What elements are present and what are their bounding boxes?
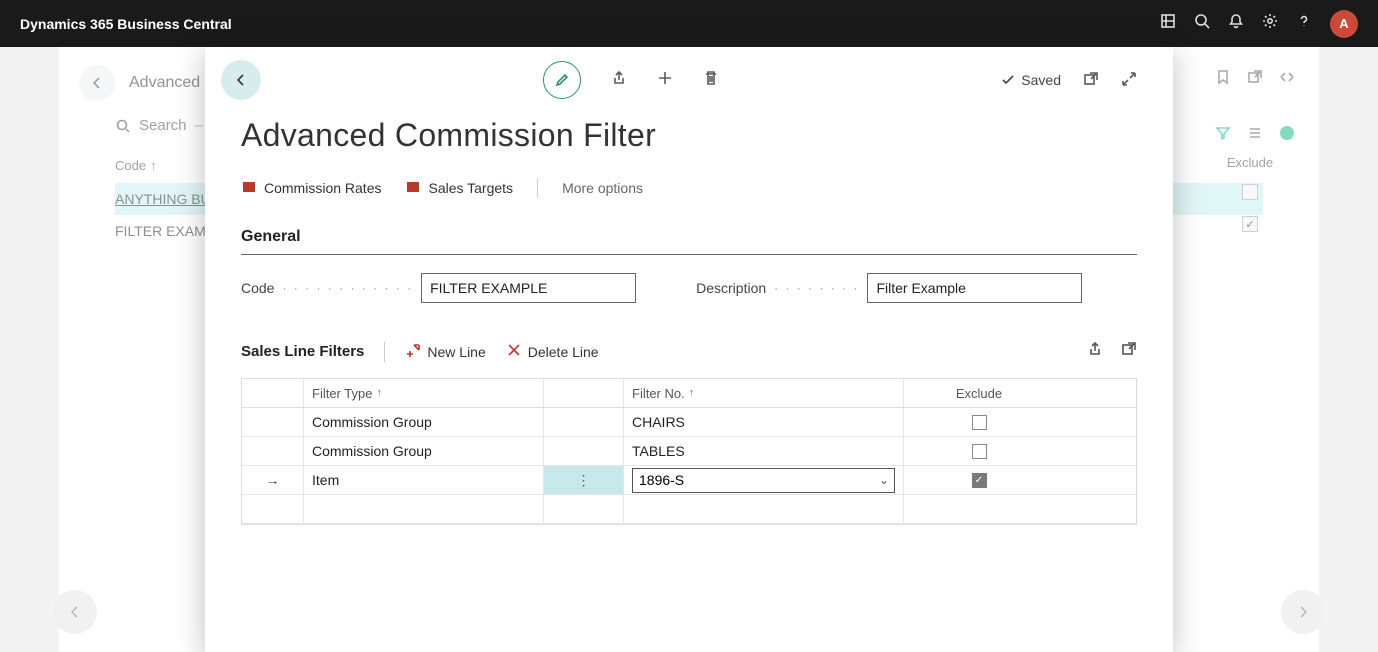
gear-icon[interactable] (1262, 13, 1278, 34)
row-menu-button[interactable]: ⋮ (544, 466, 624, 494)
action-commission-rates[interactable]: Commission Rates (241, 179, 381, 198)
filter-no-input[interactable] (632, 468, 895, 493)
commission-rates-icon (241, 179, 257, 198)
delete-icon[interactable] (703, 70, 719, 91)
chevron-down-icon[interactable]: ⌄ (879, 473, 889, 487)
table-row[interactable]: Commission Group TABLES (242, 437, 1136, 466)
dots: · · · · · · · · (774, 281, 859, 295)
share-icon[interactable] (611, 70, 627, 91)
share-subpart-icon[interactable] (1087, 341, 1103, 362)
modal-back-button[interactable] (221, 60, 261, 100)
column-header-filter-no[interactable]: Filter No.↑ (624, 379, 904, 407)
help-icon[interactable] (1296, 13, 1312, 34)
dots: · · · · · · · · · · · · (282, 281, 413, 295)
bell-icon[interactable] (1228, 13, 1244, 34)
record-card: Saved Advanced Commission Filter Commiss… (205, 47, 1173, 652)
table-row[interactable]: → Item ⋮ ⌄ ✓ (242, 466, 1136, 495)
exclude-checkbox[interactable] (972, 444, 987, 459)
section-sales-line-filters: Sales Line Filters (241, 343, 364, 360)
delete-line-icon (506, 342, 522, 361)
filters-grid: Filter Type↑ Filter No.↑ Exclude Commiss… (241, 378, 1137, 525)
exclude-checkbox[interactable] (972, 415, 987, 430)
save-status: Saved (1000, 72, 1061, 88)
code-label: Code (241, 280, 274, 296)
page-title: Advanced Commission Filter (241, 113, 1137, 168)
search-icon[interactable] (1194, 13, 1210, 34)
sales-targets-icon (405, 179, 421, 198)
description-input[interactable] (867, 273, 1082, 303)
table-row[interactable]: Commission Group CHAIRS (242, 408, 1136, 437)
column-header-exclude[interactable]: Exclude (904, 379, 1054, 407)
section-general: General (241, 210, 1137, 255)
avatar[interactable]: A (1330, 10, 1358, 38)
app-title: Dynamics 365 Business Central (20, 16, 1160, 32)
new-line-icon (405, 342, 421, 361)
divider (384, 342, 385, 362)
description-label: Description (696, 280, 766, 296)
table-row[interactable] (242, 495, 1136, 524)
popout-icon[interactable] (1083, 71, 1099, 90)
exclude-checkbox[interactable]: ✓ (972, 473, 987, 488)
edit-icon[interactable] (543, 61, 581, 99)
column-header-filter-type[interactable]: Filter Type↑ (304, 379, 544, 407)
app-finder-icon[interactable] (1160, 13, 1176, 34)
action-sales-targets[interactable]: Sales Targets (405, 179, 513, 198)
divider (537, 178, 538, 198)
popout-subpart-icon[interactable] (1121, 341, 1137, 362)
code-input[interactable] (421, 273, 636, 303)
new-line-button[interactable]: New Line (405, 342, 485, 361)
current-row-indicator: → (242, 466, 304, 494)
delete-line-button[interactable]: Delete Line (506, 342, 599, 361)
action-more-options[interactable]: More options (562, 180, 643, 196)
expand-icon[interactable] (1121, 71, 1137, 90)
new-icon[interactable] (657, 70, 673, 91)
